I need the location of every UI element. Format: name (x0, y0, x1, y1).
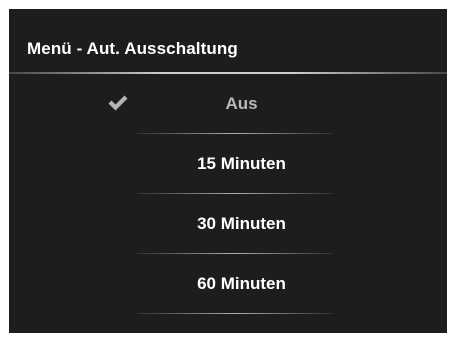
option-label: 15 Minuten (197, 154, 286, 173)
option-15-minuten[interactable]: 15 Minuten (9, 134, 447, 194)
option-label: 30 Minuten (197, 214, 286, 233)
menu-title: Menü - Aut. Ausschaltung (27, 39, 238, 58)
option-divider (137, 313, 333, 314)
auto-off-options-list: Aus 15 Minuten 30 Minuten 60 Minuten (9, 74, 447, 314)
option-60-minuten[interactable]: 60 Minuten (9, 254, 447, 314)
option-aus[interactable]: Aus (9, 74, 447, 134)
menu-screen: Menü - Aut. Ausschaltung Aus 15 Minuten … (9, 9, 447, 333)
option-label: 60 Minuten (197, 274, 286, 293)
option-label: Aus (225, 94, 258, 113)
option-30-minuten[interactable]: 30 Minuten (9, 194, 447, 254)
